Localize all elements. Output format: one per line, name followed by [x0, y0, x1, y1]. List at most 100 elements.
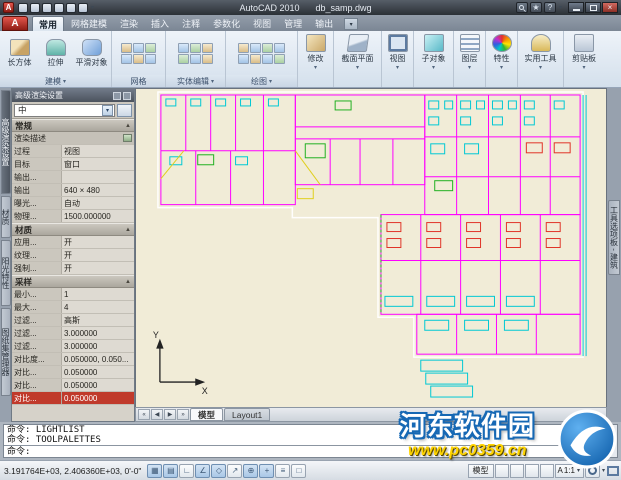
property-value[interactable]: 视图: [62, 145, 134, 157]
dock-tab-materials[interactable]: 材质: [1, 196, 11, 238]
smooth-object-button[interactable]: 平滑对象: [75, 39, 109, 68]
property-value[interactable]: 0.050000: [62, 366, 134, 378]
help-icon[interactable]: ?: [544, 2, 556, 13]
property-row[interactable]: 过滤... 3.000000: [12, 327, 134, 340]
open-file-icon[interactable]: [30, 3, 40, 13]
model-space-canvas[interactable]: Y X: [135, 88, 607, 407]
property-value[interactable]: 开: [62, 262, 134, 274]
property-row[interactable]: 过滤... 高斯: [12, 314, 134, 327]
dock-tab-sun-properties[interactable]: 阳光特性: [1, 240, 11, 306]
plot-icon[interactable]: [54, 3, 64, 13]
maximize-button[interactable]: [585, 2, 601, 13]
otrack-toggle[interactable]: ↗: [227, 464, 242, 478]
panel-layers-collapsed[interactable]: 图层 ▾: [454, 31, 486, 87]
auto-hide-pin-icon[interactable]: [113, 92, 121, 100]
property-row[interactable]: 目标 窗口: [12, 158, 134, 171]
solid-tool-icon[interactable]: [202, 43, 213, 53]
panel-modify-collapsed[interactable]: 修改 ▾: [298, 31, 334, 87]
property-row[interactable]: 对比... 0.050000: [12, 379, 134, 392]
property-row[interactable]: 纹理... 开: [12, 249, 134, 262]
render-preset-select[interactable]: 中 ▾: [14, 104, 115, 117]
layout1-tab[interactable]: Layout1: [224, 408, 270, 421]
ortho-toggle[interactable]: ∟: [179, 464, 194, 478]
ducs-toggle[interactable]: ⊕: [243, 464, 258, 478]
tab-parametric[interactable]: 参数化: [207, 16, 246, 31]
property-row[interactable]: 最大... 4: [12, 301, 134, 314]
draw-tool-icon[interactable]: [262, 43, 273, 53]
draw-tool-icon[interactable]: [238, 54, 249, 64]
section-header-sampling[interactable]: 采样 ▲: [12, 275, 134, 288]
property-row[interactable]: 曝光... 自动: [12, 197, 134, 210]
redo-icon[interactable]: [78, 3, 88, 13]
first-layout-icon[interactable]: «: [138, 409, 150, 420]
property-row[interactable]: 对比... 0.050000: [12, 366, 134, 379]
property-row[interactable]: 对比度... 0.050000, 0.050...: [12, 353, 134, 366]
property-value[interactable]: 窗口: [62, 158, 134, 170]
draw-tool-icon[interactable]: [238, 43, 249, 53]
search-icon[interactable]: [516, 2, 528, 13]
minimize-button[interactable]: [568, 2, 584, 13]
solid-tool-icon[interactable]: [178, 54, 189, 64]
ribbon-minimize-icon[interactable]: ▾: [344, 18, 358, 30]
section-header-materials[interactable]: 材质 ▲: [12, 223, 134, 236]
panel-view-collapsed[interactable]: 视图 ▾: [382, 31, 414, 87]
property-row[interactable]: 渲染描述: [12, 132, 134, 145]
palette-properties-icon[interactable]: [123, 92, 131, 100]
box-button[interactable]: 长方体: [3, 39, 37, 68]
polar-toggle[interactable]: ∠: [195, 464, 210, 478]
property-row[interactable]: 强制... 开: [12, 262, 134, 275]
render-preset-manager-button[interactable]: [117, 104, 132, 117]
mesh-tool-icon[interactable]: [121, 43, 132, 53]
panel-section-plane-collapsed[interactable]: 截面平面 ▾: [334, 31, 382, 87]
panel-label-draw[interactable]: 绘图 ▾: [226, 75, 297, 87]
tab-mesh-modeling[interactable]: 网格建模: [65, 16, 113, 31]
tab-annotate[interactable]: 注释: [176, 16, 206, 31]
mesh-tool-icon[interactable]: [145, 43, 156, 53]
snap-toggle[interactable]: ▦: [147, 464, 162, 478]
qp-toggle[interactable]: □: [291, 464, 306, 478]
panel-properties-collapsed[interactable]: 特性 ▾: [486, 31, 518, 87]
property-row[interactable]: 过滤... 3.000000: [12, 340, 134, 353]
tab-render[interactable]: 渲染: [114, 16, 144, 31]
new-file-icon[interactable]: [18, 3, 28, 13]
section-header-general[interactable]: 常规 ▲: [12, 119, 134, 132]
close-button[interactable]: ×: [602, 2, 618, 13]
draw-tool-icon[interactable]: [250, 54, 261, 64]
collapse-icon[interactable]: ▲: [125, 123, 131, 129]
property-value[interactable]: 开: [62, 249, 134, 261]
draw-tool-icon[interactable]: [250, 43, 261, 53]
property-value[interactable]: 3.000000: [62, 327, 134, 339]
save-icon[interactable]: [42, 3, 52, 13]
combo-dropdown-icon[interactable]: ▾: [102, 105, 113, 116]
property-value[interactable]: 高斯: [62, 314, 134, 326]
property-value[interactable]: 4: [62, 301, 134, 313]
solid-tool-icon[interactable]: [190, 43, 201, 53]
previous-layout-icon[interactable]: ◀: [151, 409, 163, 420]
dyn-toggle[interactable]: +: [259, 464, 274, 478]
next-layout-icon[interactable]: ▶: [164, 409, 176, 420]
property-row[interactable]: 输出...: [12, 171, 134, 184]
property-value[interactable]: 开: [62, 236, 134, 248]
undo-icon[interactable]: [66, 3, 76, 13]
tab-insert[interactable]: 插入: [145, 16, 175, 31]
panel-label-mesh[interactable]: 网格: [112, 75, 165, 87]
tab-output[interactable]: 输出: [309, 16, 339, 31]
tab-home[interactable]: 常用: [32, 16, 64, 31]
dock-tab-advanced-render-settings[interactable]: 高级渲染设置: [1, 90, 11, 194]
panel-label-modeling[interactable]: 建模 ▾: [0, 75, 111, 87]
draw-tool-icon[interactable]: [274, 43, 285, 53]
property-value[interactable]: 0.050000: [62, 392, 134, 404]
property-value[interactable]: [62, 171, 134, 183]
grid-toggle[interactable]: ▤: [163, 464, 178, 478]
property-value[interactable]: 1: [62, 288, 134, 300]
tab-manage[interactable]: 管理: [278, 16, 308, 31]
solid-tool-icon[interactable]: [178, 43, 189, 53]
solid-tool-icon[interactable]: [190, 54, 201, 64]
infocenter-chevron-icon[interactable]: ▾: [558, 4, 563, 11]
property-row[interactable]: 过程 视图: [12, 145, 134, 158]
collapse-icon[interactable]: ▲: [125, 279, 131, 285]
property-value[interactable]: 1500.000000: [62, 210, 134, 222]
property-row[interactable]: 最小... 1: [12, 288, 134, 301]
property-row[interactable]: 应用... 开: [12, 236, 134, 249]
osnap-toggle[interactable]: ◇: [211, 464, 226, 478]
